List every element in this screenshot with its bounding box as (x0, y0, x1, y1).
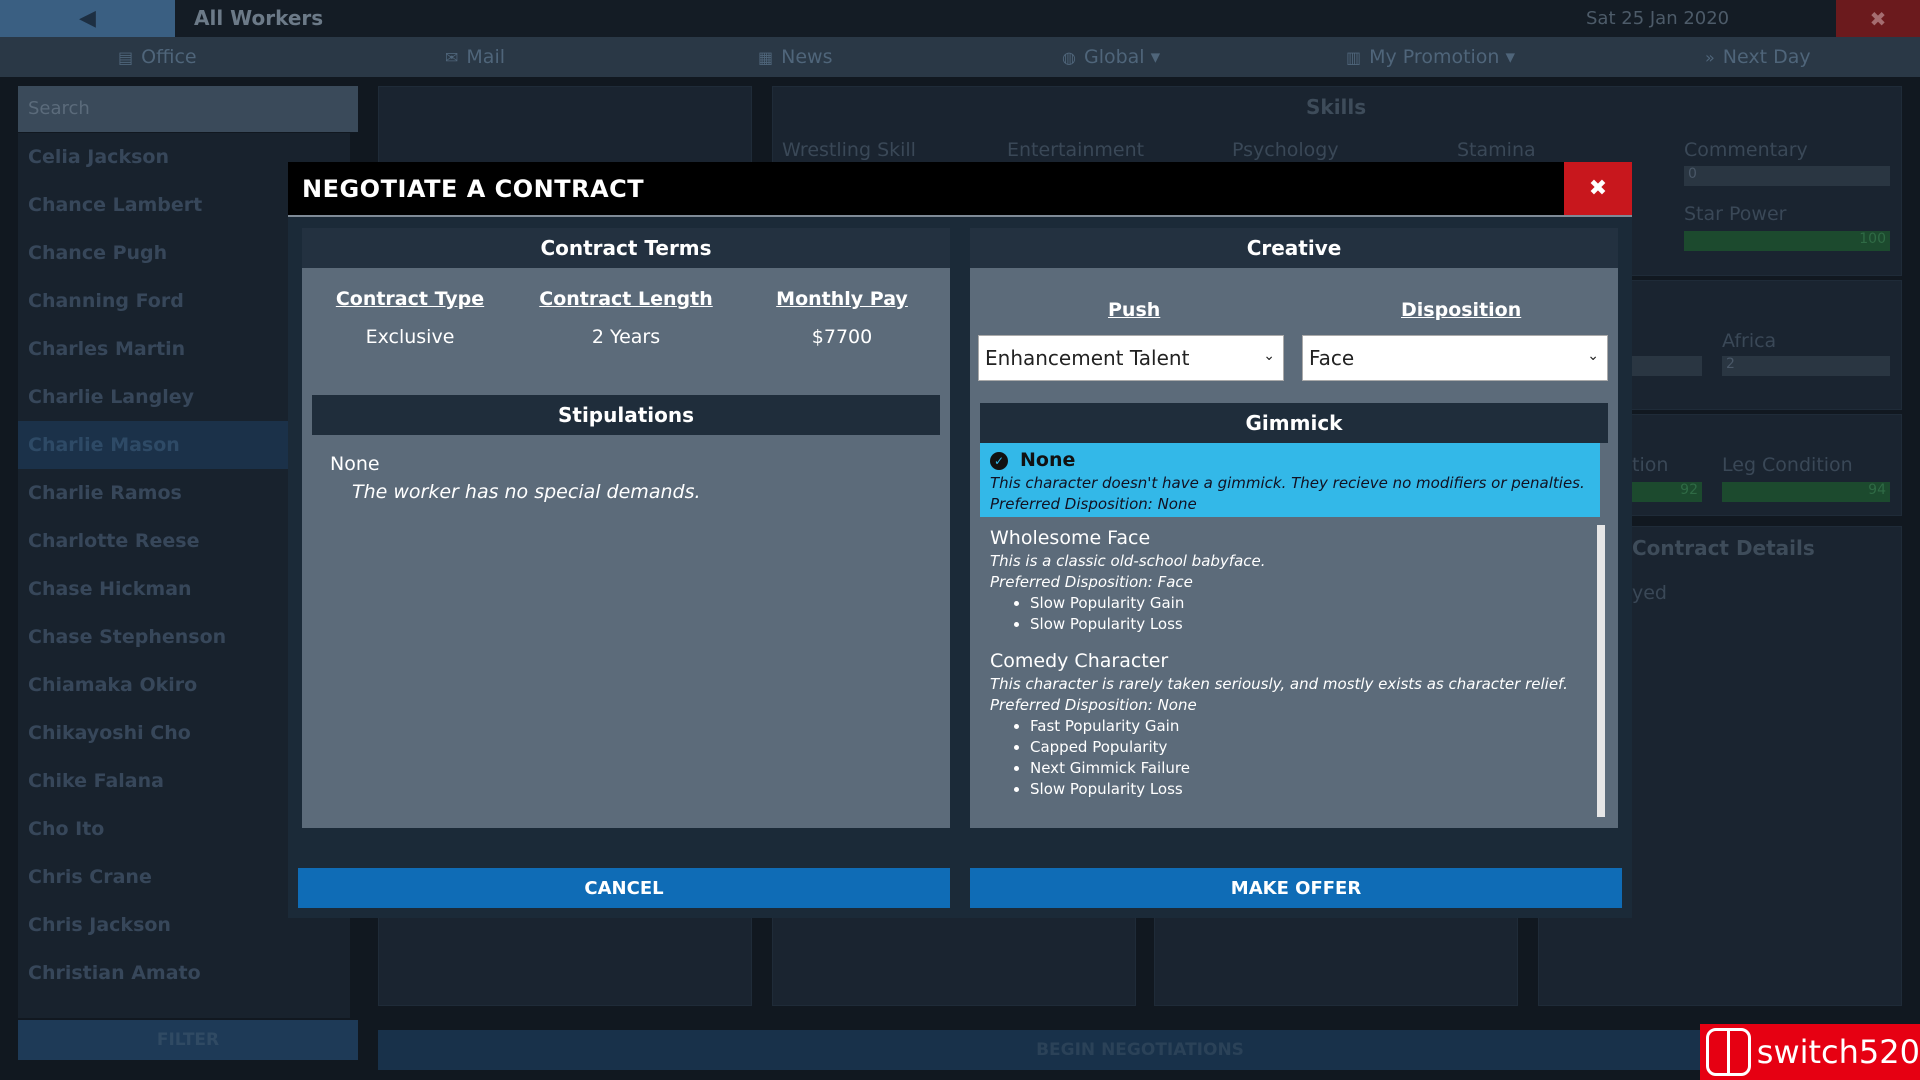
creative-header: Creative (970, 228, 1618, 268)
term-monthly-pay: Monthly Pay $7700 (734, 288, 950, 348)
gimmick-description: This character is rarely taken seriously… (990, 675, 1568, 693)
disposition-label: Disposition (1401, 299, 1522, 321)
stipulations-header: Stipulations (312, 395, 940, 435)
gimmick-header: Gimmick (980, 403, 1608, 443)
make-offer-button[interactable]: MAKE OFFER (970, 868, 1622, 908)
contract-length-value: 2 Years (591, 326, 661, 348)
gimmick-preferred-disposition: Preferred Disposition: None (990, 696, 1197, 714)
gimmick-option[interactable]: Comedy Character This character is rarely… (980, 644, 1608, 805)
gimmick-modifiers: Slow Popularity Gain Slow Popularity Loss (1030, 594, 1598, 633)
chevron-down-icon: ⌄ (1263, 348, 1275, 364)
switch520-logo: switch520 (1700, 1024, 1920, 1080)
term-contract-type: Contract Type Exclusive (302, 288, 518, 348)
gimmick-list: ✓ None This character doesn't have a gimmi… (980, 443, 1608, 825)
gimmick-modifier: Slow Popularity Loss (1030, 615, 1598, 633)
gimmick-modifier: Slow Popularity Loss (1030, 780, 1598, 798)
modal-close-button[interactable]: ✖ (1564, 162, 1632, 215)
contract-terms-panel: Contract Terms Contract Type Exclusive C… (302, 228, 950, 828)
gimmick-option[interactable]: Wholesome Face This is a classic old-scho… (980, 521, 1608, 640)
gimmick-name: Wholesome Face (990, 527, 1151, 549)
push-label: Push (1108, 299, 1161, 321)
gimmick-preferred-disposition: Preferred Disposition: None (990, 495, 1197, 513)
monthly-pay-label: Monthly Pay (776, 288, 908, 310)
modal-header: NEGOTIATE A CONTRACT ✖ (288, 162, 1632, 217)
push-select[interactable]: Enhancement Talent ⌄ (978, 335, 1284, 381)
gimmick-modifiers: Fast Popularity Gain Capped Popularity Nex… (1030, 717, 1598, 798)
switch-console-icon (1706, 1028, 1751, 1076)
contract-terms-header: Contract Terms (302, 228, 950, 268)
contract-type-label: Contract Type (335, 288, 485, 310)
monthly-pay-value: $7700 (811, 326, 873, 348)
creative-panel: Creative Push Disposition Enhancement Ta… (970, 228, 1618, 828)
disposition-select[interactable]: Face ⌄ (1302, 335, 1608, 381)
gimmick-name: None (1020, 449, 1076, 471)
watermark-text: switch520 (1756, 1033, 1920, 1071)
cancel-button[interactable]: CANCEL (298, 868, 950, 908)
check-circle-icon: ✓ (990, 452, 1008, 470)
contract-length-label: Contract Length (539, 288, 713, 310)
contract-type-value: Exclusive (365, 326, 455, 348)
negotiate-contract-modal: NEGOTIATE A CONTRACT ✖ Contract Terms Co… (288, 162, 1632, 918)
gimmick-description: This character doesn't have a gimmick. T… (990, 474, 1585, 492)
gimmick-scrollbar[interactable] (1597, 525, 1605, 817)
gimmick-description: This is a classic old-school babyface. (990, 552, 1266, 570)
gimmick-option[interactable]: ✓ None This character doesn't have a gimmi… (980, 443, 1600, 517)
gimmick-preferred-disposition: Preferred Disposition: Face (990, 573, 1193, 591)
term-contract-length: Contract Length 2 Years (518, 288, 734, 348)
gimmick-name: Comedy Character (990, 650, 1169, 672)
chevron-down-icon: ⌄ (1587, 348, 1599, 364)
gimmick-modifier: Fast Popularity Gain (1030, 717, 1598, 735)
gimmick-modifier: Next Gimmick Failure (1030, 759, 1598, 777)
disposition-select-value: Face (1309, 346, 1355, 370)
terms-row: Contract Type Exclusive Contract Length … (302, 288, 950, 348)
stipulation-title: None (330, 453, 380, 475)
close-icon: ✖ (1588, 176, 1608, 201)
push-select-value: Enhancement Talent (985, 346, 1190, 370)
stipulation-description: The worker has no special demands. (352, 481, 701, 503)
gimmick-modifier: Slow Popularity Gain (1030, 594, 1598, 612)
modal-title: NEGOTIATE A CONTRACT (302, 175, 645, 203)
gimmick-modifier: Capped Popularity (1030, 738, 1598, 756)
